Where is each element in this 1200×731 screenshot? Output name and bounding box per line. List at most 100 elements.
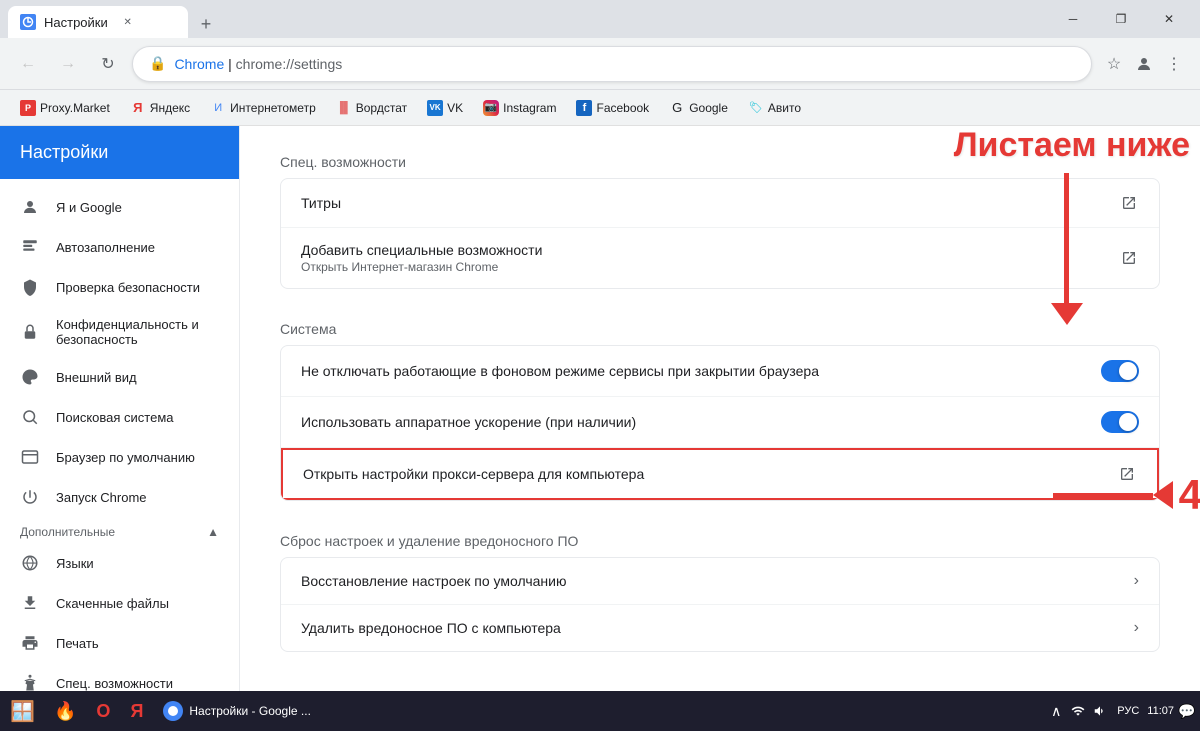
addr-right-actions: ☆ ⋮ bbox=[1100, 50, 1188, 78]
sidebar-label-appearance: Внешний вид bbox=[56, 370, 137, 385]
sidebar-label-search: Поисковая система bbox=[56, 410, 174, 425]
system-section-title: Система bbox=[280, 321, 1160, 337]
bg-services-toggle[interactable] bbox=[1101, 360, 1139, 382]
sidebar-label-languages: Языки bbox=[56, 556, 94, 571]
sidebar-item-accessibility[interactable]: Спец. возможности bbox=[0, 663, 239, 691]
tab-close-btn[interactable]: ✕ bbox=[120, 14, 136, 30]
sidebar-label-launch: Запуск Chrome bbox=[56, 490, 147, 505]
url-bar[interactable]: 🔒 Chrome | chrome://settings bbox=[132, 46, 1092, 82]
wordstat-icon: ▐▌ bbox=[336, 100, 352, 116]
bookmark-vk[interactable]: VK VK bbox=[419, 96, 471, 120]
restore-defaults-text: Восстановление настроек по умолчанию bbox=[301, 573, 1134, 589]
taskbar-volume-icon[interactable] bbox=[1091, 702, 1109, 720]
remove-malware-row[interactable]: Удалить вредоносное ПО с компьютера › bbox=[281, 605, 1159, 651]
taskbar-chrome-settings[interactable]: Настройки - Google ... bbox=[153, 693, 321, 729]
bookmark-avito[interactable]: 🏷 Авито bbox=[740, 96, 809, 120]
hw-accel-title: Использовать аппаратное ускорение (при н… bbox=[301, 414, 1101, 430]
taskbar-start[interactable]: 🪟 bbox=[4, 693, 44, 729]
bookmark-label: Proxy.Market bbox=[40, 101, 110, 115]
close-btn[interactable]: ✕ bbox=[1146, 4, 1192, 34]
palette-icon bbox=[20, 367, 40, 387]
sidebar-item-me-google[interactable]: Я и Google bbox=[0, 187, 239, 227]
sidebar-item-print[interactable]: Печать bbox=[0, 623, 239, 663]
address-bar: ← → ↻ 🔒 Chrome | chrome://settings ☆ ⋮ bbox=[0, 38, 1200, 90]
refresh-btn[interactable]: ↻ bbox=[92, 48, 124, 80]
bookmark-facebook[interactable]: f Facebook bbox=[568, 96, 657, 120]
bookmark-label: Интернетометр bbox=[230, 101, 316, 115]
minimize-btn[interactable]: ─ bbox=[1050, 4, 1096, 34]
captions-action bbox=[1119, 193, 1139, 213]
sidebar-label-accessibility: Спец. возможности bbox=[56, 676, 173, 691]
sidebar-item-launch[interactable]: Запуск Chrome bbox=[0, 477, 239, 517]
bookmark-instagram[interactable]: 📷 Instagram bbox=[475, 96, 564, 120]
bookmark-yandex[interactable]: Я Яндекс bbox=[122, 96, 198, 120]
hw-accel-action[interactable] bbox=[1101, 411, 1139, 433]
sidebar-label-print: Печать bbox=[56, 636, 99, 651]
main-content: Спец. возможности Титры bbox=[240, 126, 1200, 680]
tab-bar: Настройки ✕ + bbox=[8, 0, 1050, 38]
chevron-right-icon: › bbox=[1134, 572, 1139, 590]
proxy-action bbox=[1117, 464, 1137, 484]
bookmark-internetometer[interactable]: И Интернетометр bbox=[202, 96, 324, 120]
system-card: Не отключать работающие в фоновом режиме… bbox=[280, 345, 1160, 501]
instagram-icon: 📷 bbox=[483, 100, 499, 116]
bookmark-label: VK bbox=[447, 101, 463, 115]
proxy-text: Открыть настройки прокси-сервера для ком… bbox=[303, 466, 1117, 482]
forward-btn[interactable]: → bbox=[52, 48, 84, 80]
maximize-btn[interactable]: ❐ bbox=[1098, 4, 1144, 34]
shield-icon bbox=[20, 277, 40, 297]
bg-services-action[interactable] bbox=[1101, 360, 1139, 382]
captions-row[interactable]: Титры bbox=[281, 179, 1159, 228]
sidebar-item-downloads[interactable]: Скаченные файлы bbox=[0, 583, 239, 623]
accessibility-icon bbox=[20, 673, 40, 691]
add-accessibility-text: Добавить специальные возможности Открыть… bbox=[301, 242, 1119, 274]
sidebar-item-privacy[interactable]: Конфиденциальность и безопасность bbox=[0, 307, 239, 357]
back-btn[interactable]: ← bbox=[12, 48, 44, 80]
window-controls: ─ ❐ ✕ bbox=[1050, 4, 1192, 34]
ext-link-icon-2 bbox=[1119, 248, 1139, 268]
spec-card: Титры Добавить специальные возможности О… bbox=[280, 178, 1160, 289]
bookmark-proxy-market[interactable]: P Proxy.Market bbox=[12, 96, 118, 120]
taskbar-time: 11:07 bbox=[1147, 705, 1174, 717]
restore-defaults-title: Восстановление настроек по умолчанию bbox=[301, 573, 1134, 589]
proxy-settings-row[interactable]: Открыть настройки прокси-сервера для ком… bbox=[281, 448, 1159, 500]
taskbar-firefox[interactable]: 🔥 bbox=[44, 693, 86, 729]
background-services-row[interactable]: Не отключать работающие в фоновом режиме… bbox=[281, 346, 1159, 397]
sidebar-item-appearance[interactable]: Внешний вид bbox=[0, 357, 239, 397]
hw-accel-toggle[interactable] bbox=[1101, 411, 1139, 433]
taskbar-arrow-up[interactable]: ∧ bbox=[1047, 702, 1065, 720]
hw-acceleration-row[interactable]: Использовать аппаратное ускорение (при н… bbox=[281, 397, 1159, 448]
add-accessibility-row[interactable]: Добавить специальные возможности Открыть… bbox=[281, 228, 1159, 288]
taskbar-network-icon[interactable] bbox=[1069, 702, 1087, 720]
globe-icon bbox=[20, 553, 40, 573]
taskbar-opera[interactable]: O bbox=[86, 693, 120, 729]
taskbar-yandex[interactable]: Я bbox=[120, 693, 153, 729]
bookmark-label: Авито bbox=[768, 101, 801, 115]
sidebar-item-languages[interactable]: Языки bbox=[0, 543, 239, 583]
ext-link-icon bbox=[1119, 193, 1139, 213]
sidebar-item-autofill[interactable]: Автозаполнение bbox=[0, 227, 239, 267]
reset-section-title: Сброс настроек и удаление вредоносного П… bbox=[280, 533, 1160, 549]
tab-title: Настройки bbox=[44, 15, 108, 30]
new-tab-btn[interactable]: + bbox=[192, 10, 220, 38]
restore-defaults-row[interactable]: Восстановление настроек по умолчанию › bbox=[281, 558, 1159, 605]
avito-icon: 🏷 bbox=[748, 100, 764, 116]
sidebar-item-security[interactable]: Проверка безопасности bbox=[0, 267, 239, 307]
profile-btn[interactable] bbox=[1130, 50, 1158, 78]
menu-btn[interactable]: ⋮ bbox=[1160, 50, 1188, 78]
add-accessibility-subtitle: Открыть Интернет-магазин Chrome bbox=[301, 260, 1119, 274]
star-btn[interactable]: ☆ bbox=[1100, 50, 1128, 78]
bookmark-google[interactable]: G Google bbox=[661, 96, 736, 120]
bookmark-label: Вордстат bbox=[356, 101, 407, 115]
print-icon bbox=[20, 633, 40, 653]
bookmark-wordstat[interactable]: ▐▌ Вордстат bbox=[328, 96, 415, 120]
taskbar-chat-icon[interactable]: 💬 bbox=[1178, 702, 1196, 720]
sidebar-item-default-browser[interactable]: Браузер по умолчанию bbox=[0, 437, 239, 477]
internetometer-icon: И bbox=[210, 100, 226, 116]
hw-accel-text: Использовать аппаратное ускорение (при н… bbox=[301, 414, 1101, 430]
bookmark-label: Google bbox=[689, 101, 728, 115]
active-tab[interactable]: Настройки ✕ bbox=[8, 6, 188, 38]
title-bar: Настройки ✕ + ─ ❐ ✕ bbox=[0, 0, 1200, 38]
sidebar-item-search[interactable]: Поисковая система bbox=[0, 397, 239, 437]
url-brand: Chrome bbox=[174, 56, 224, 72]
